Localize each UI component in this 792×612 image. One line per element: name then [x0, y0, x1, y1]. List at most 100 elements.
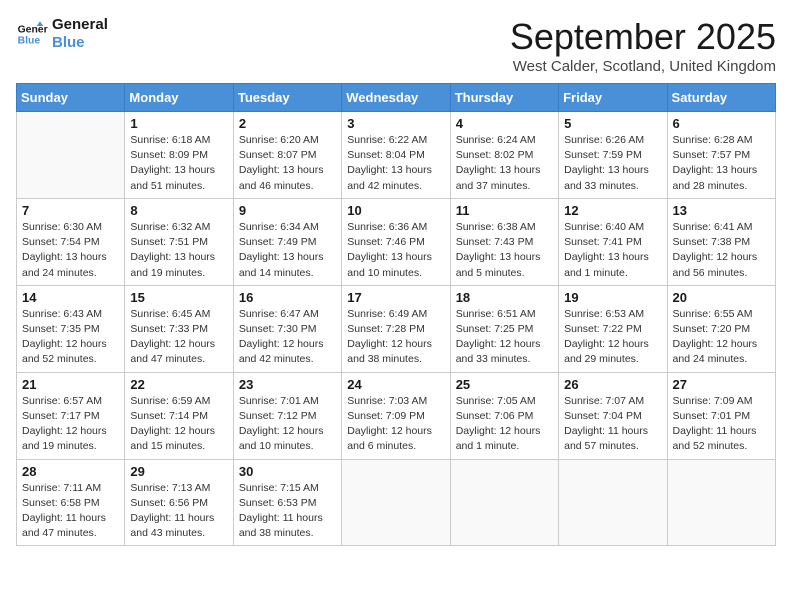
- day-info: Sunrise: 6:28 AM Sunset: 7:57 PM Dayligh…: [673, 133, 770, 194]
- calendar-cell: 6 Sunrise: 6:28 AM Sunset: 7:57 PM Daylig…: [667, 112, 775, 199]
- calendar-cell: 5 Sunrise: 6:26 AM Sunset: 7:59 PM Daylig…: [559, 112, 667, 199]
- weekday-header: Monday: [125, 84, 233, 112]
- day-number: 25: [456, 377, 553, 392]
- calendar-table: SundayMondayTuesdayWednesdayThursdayFrid…: [16, 83, 776, 546]
- logo: General Blue General Blue: [16, 16, 108, 52]
- day-number: 15: [130, 290, 227, 305]
- day-number: 19: [564, 290, 661, 305]
- day-number: 12: [564, 203, 661, 218]
- calendar-cell: 8Sunrise: 6:32 AM Sunset: 7:51 PM Daylig…: [125, 198, 233, 285]
- day-number: 16: [239, 290, 336, 305]
- day-number: 11: [456, 203, 553, 218]
- day-number: 26: [564, 377, 661, 392]
- day-number: 13: [673, 203, 770, 218]
- day-info: Sunrise: 7:15 AM Sunset: 6:53 PM Dayligh…: [239, 481, 336, 542]
- day-number: 10: [347, 203, 444, 218]
- calendar-cell: 4 Sunrise: 6:24 AM Sunset: 8:02 PM Daylig…: [450, 112, 558, 199]
- day-info: Sunrise: 7:01 AM Sunset: 7:12 PM Dayligh…: [239, 394, 336, 455]
- calendar-week-row: 28Sunrise: 7:11 AM Sunset: 6:58 PM Dayli…: [17, 459, 776, 546]
- day-info: Sunrise: 6:55 AM Sunset: 7:20 PM Dayligh…: [673, 307, 770, 368]
- day-number: 20: [673, 290, 770, 305]
- day-info: Sunrise: 6:38 AM Sunset: 7:43 PM Dayligh…: [456, 220, 553, 281]
- day-info: Sunrise: 6:26 AM Sunset: 7:59 PM Dayligh…: [564, 133, 661, 194]
- day-info: Sunrise: 6:53 AM Sunset: 7:22 PM Dayligh…: [564, 307, 661, 368]
- day-number: 17: [347, 290, 444, 305]
- day-info: Sunrise: 7:09 AM Sunset: 7:01 PM Dayligh…: [673, 394, 770, 455]
- calendar-cell: 21 Sunrise: 6:57 AM Sunset: 7:17 PM Dayli…: [17, 372, 125, 459]
- day-info: Sunrise: 7:07 AM Sunset: 7:04 PM Dayligh…: [564, 394, 661, 455]
- day-info: Sunrise: 6:36 AM Sunset: 7:46 PM Dayligh…: [347, 220, 444, 281]
- day-info: Sunrise: 6:24 AM Sunset: 8:02 PM Dayligh…: [456, 133, 553, 194]
- day-info: Sunrise: 6:41 AM Sunset: 7:38 PM Dayligh…: [673, 220, 770, 281]
- calendar-cell: 11 Sunrise: 6:38 AM Sunset: 7:43 PM Dayli…: [450, 198, 558, 285]
- calendar-week-row: 14Sunrise: 6:43 AM Sunset: 7:35 PM Dayli…: [17, 285, 776, 372]
- day-info: Sunrise: 7:05 AM Sunset: 7:06 PM Dayligh…: [456, 394, 553, 455]
- calendar-week-row: 21 Sunrise: 6:57 AM Sunset: 7:17 PM Dayli…: [17, 372, 776, 459]
- calendar-cell: 28Sunrise: 7:11 AM Sunset: 6:58 PM Dayli…: [17, 459, 125, 546]
- calendar-cell: 18Sunrise: 6:51 AM Sunset: 7:25 PM Dayli…: [450, 285, 558, 372]
- calendar-cell: 16 Sunrise: 6:47 AM Sunset: 7:30 PM Dayli…: [233, 285, 341, 372]
- day-info: Sunrise: 6:45 AM Sunset: 7:33 PM Dayligh…: [130, 307, 227, 368]
- day-info: Sunrise: 7:11 AM Sunset: 6:58 PM Dayligh…: [22, 481, 119, 542]
- calendar-week-row: 7 Sunrise: 6:30 AM Sunset: 7:54 PM Daylig…: [17, 198, 776, 285]
- weekday-header: Wednesday: [342, 84, 450, 112]
- day-info: Sunrise: 6:49 AM Sunset: 7:28 PM Dayligh…: [347, 307, 444, 368]
- calendar-cell: 24Sunrise: 7:03 AM Sunset: 7:09 PM Dayli…: [342, 372, 450, 459]
- calendar-cell: [342, 459, 450, 546]
- calendar-cell: [450, 459, 558, 546]
- calendar-cell: 13 Sunrise: 6:41 AM Sunset: 7:38 PM Dayli…: [667, 198, 775, 285]
- svg-text:Blue: Blue: [18, 36, 41, 47]
- calendar-cell: 30 Sunrise: 7:15 AM Sunset: 6:53 PM Dayli…: [233, 459, 341, 546]
- calendar-cell: 19 Sunrise: 6:53 AM Sunset: 7:22 PM Dayli…: [559, 285, 667, 372]
- calendar-cell: 15 Sunrise: 6:45 AM Sunset: 7:33 PM Dayli…: [125, 285, 233, 372]
- day-info: Sunrise: 6:34 AM Sunset: 7:49 PM Dayligh…: [239, 220, 336, 281]
- weekday-header: Tuesday: [233, 84, 341, 112]
- calendar-cell: 17 Sunrise: 6:49 AM Sunset: 7:28 PM Dayli…: [342, 285, 450, 372]
- day-info: Sunrise: 7:13 AM Sunset: 6:56 PM Dayligh…: [130, 481, 227, 542]
- calendar-cell: 25 Sunrise: 7:05 AM Sunset: 7:06 PM Dayli…: [450, 372, 558, 459]
- calendar-cell: [667, 459, 775, 546]
- day-number: 27: [673, 377, 770, 392]
- day-number: 18: [456, 290, 553, 305]
- calendar-cell: 3Sunrise: 6:22 AM Sunset: 8:04 PM Daylig…: [342, 112, 450, 199]
- day-info: Sunrise: 6:30 AM Sunset: 7:54 PM Dayligh…: [22, 220, 119, 281]
- day-number: 5: [564, 116, 661, 131]
- svg-text:General: General: [18, 24, 48, 35]
- day-number: 8: [130, 203, 227, 218]
- day-info: Sunrise: 6:43 AM Sunset: 7:35 PM Dayligh…: [22, 307, 119, 368]
- day-number: 7: [22, 203, 119, 218]
- day-info: Sunrise: 6:57 AM Sunset: 7:17 PM Dayligh…: [22, 394, 119, 455]
- weekday-header: Thursday: [450, 84, 558, 112]
- calendar-cell: 12 Sunrise: 6:40 AM Sunset: 7:41 PM Dayli…: [559, 198, 667, 285]
- calendar-week-row: 1Sunrise: 6:18 AM Sunset: 8:09 PM Daylig…: [17, 112, 776, 199]
- calendar-cell: 9 Sunrise: 6:34 AM Sunset: 7:49 PM Daylig…: [233, 198, 341, 285]
- calendar-cell: 29 Sunrise: 7:13 AM Sunset: 6:56 PM Dayli…: [125, 459, 233, 546]
- month-title: September 2025: [510, 16, 776, 58]
- day-number: 9: [239, 203, 336, 218]
- calendar-cell: 14Sunrise: 6:43 AM Sunset: 7:35 PM Dayli…: [17, 285, 125, 372]
- day-number: 2: [239, 116, 336, 131]
- page-header: General Blue General Blue September 2025…: [16, 16, 776, 75]
- calendar-cell: 7 Sunrise: 6:30 AM Sunset: 7:54 PM Daylig…: [17, 198, 125, 285]
- day-number: 3: [347, 116, 444, 131]
- calendar-cell: 10 Sunrise: 6:36 AM Sunset: 7:46 PM Dayli…: [342, 198, 450, 285]
- calendar-cell: 22Sunrise: 6:59 AM Sunset: 7:14 PM Dayli…: [125, 372, 233, 459]
- day-number: 6: [673, 116, 770, 131]
- calendar-cell: [559, 459, 667, 546]
- weekday-header: Sunday: [17, 84, 125, 112]
- day-number: 29: [130, 464, 227, 479]
- calendar-cell: [17, 112, 125, 199]
- day-info: Sunrise: 6:47 AM Sunset: 7:30 PM Dayligh…: [239, 307, 336, 368]
- day-info: Sunrise: 6:40 AM Sunset: 7:41 PM Dayligh…: [564, 220, 661, 281]
- calendar-cell: 27 Sunrise: 7:09 AM Sunset: 7:01 PM Dayli…: [667, 372, 775, 459]
- weekday-header-row: SundayMondayTuesdayWednesdayThursdayFrid…: [17, 84, 776, 112]
- day-number: 4: [456, 116, 553, 131]
- weekday-header: Friday: [559, 84, 667, 112]
- day-number: 21: [22, 377, 119, 392]
- day-number: 30: [239, 464, 336, 479]
- day-number: 22: [130, 377, 227, 392]
- day-info: Sunrise: 7:03 AM Sunset: 7:09 PM Dayligh…: [347, 394, 444, 455]
- calendar-cell: 1Sunrise: 6:18 AM Sunset: 8:09 PM Daylig…: [125, 112, 233, 199]
- logo-blue: Blue: [52, 34, 108, 52]
- logo-general: General: [52, 16, 108, 34]
